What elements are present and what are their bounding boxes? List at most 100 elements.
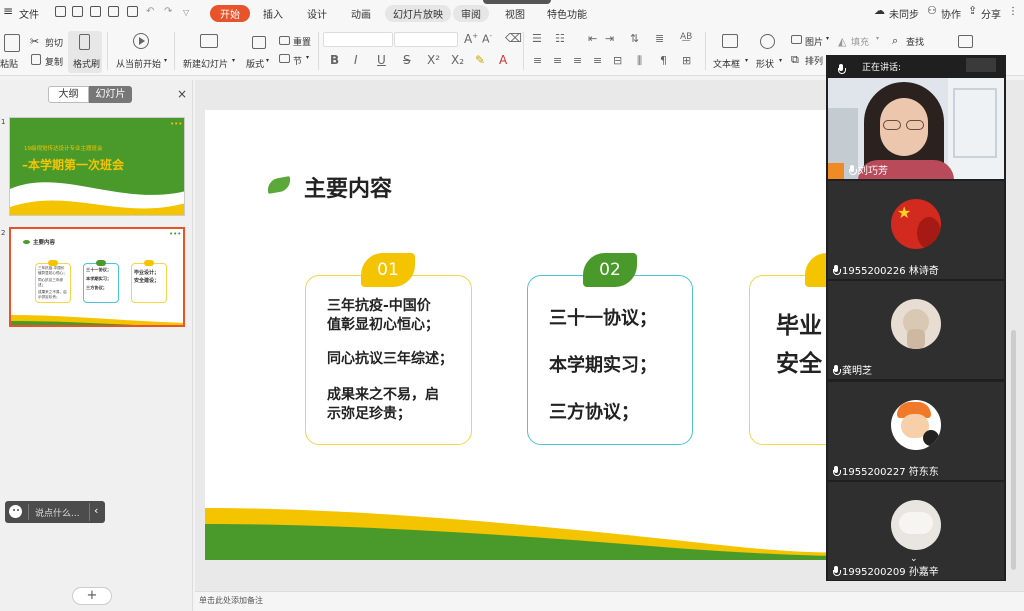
strikethrough-icon[interactable]: S bbox=[403, 53, 411, 67]
print-preview-icon[interactable] bbox=[127, 6, 138, 17]
open-folder-icon[interactable] bbox=[55, 6, 66, 17]
highlight-icon[interactable]: ✎ bbox=[475, 53, 485, 67]
scissors-icon: ✂ bbox=[30, 35, 40, 48]
superscript-icon[interactable]: X² bbox=[427, 53, 440, 67]
bullet-list-icon[interactable]: ☰ bbox=[532, 32, 542, 45]
emoji-icon[interactable] bbox=[9, 505, 22, 518]
fill-dropdown-icon[interactable]: ▾ bbox=[876, 35, 879, 42]
avatar-bear-body bbox=[907, 329, 925, 349]
text-direction-icon[interactable]: ⇅ bbox=[630, 32, 639, 45]
shape-button[interactable]: 形状 bbox=[756, 57, 774, 70]
textbox-button[interactable]: 文本框 bbox=[713, 57, 740, 70]
collab-icon: ⚇ bbox=[927, 4, 937, 17]
align-right-icon[interactable]: ≡ bbox=[573, 54, 582, 67]
participant-name-tag: 1955200226 林诗奇 bbox=[832, 262, 939, 277]
cut-button[interactable]: 剪切 bbox=[45, 36, 63, 49]
print-icon[interactable] bbox=[108, 6, 119, 17]
vertical-scrollbar[interactable] bbox=[1011, 330, 1016, 570]
distribute-icon[interactable]: ⊟ bbox=[613, 54, 622, 67]
increase-indent-icon[interactable]: ⇥ bbox=[605, 32, 614, 45]
notes-area[interactable]: 单击此处添加备注 bbox=[195, 591, 1024, 611]
align-left-icon[interactable]: ≡ bbox=[533, 54, 542, 67]
align-center-icon[interactable]: ≡ bbox=[553, 54, 562, 67]
arrange-button[interactable]: 排列 bbox=[805, 54, 823, 67]
chat-input[interactable]: 说点什么... ‹ bbox=[5, 501, 105, 523]
numbered-list-icon[interactable]: ☷ bbox=[555, 32, 565, 45]
columns-icon[interactable]: ⫼ bbox=[637, 54, 642, 68]
section-button[interactable]: 节 bbox=[293, 54, 302, 67]
share-button[interactable]: 分享 bbox=[981, 6, 1001, 21]
close-panel-icon[interactable]: × bbox=[177, 87, 187, 101]
participant-tile[interactable]: ⌄ 1995200209 孙嘉辛 bbox=[828, 482, 1004, 580]
justify-icon[interactable]: ≡ bbox=[593, 54, 602, 67]
font-family-select[interactable] bbox=[323, 32, 393, 47]
align-text-icon[interactable]: A͟B bbox=[680, 32, 692, 42]
tab-slideshow[interactable]: 幻灯片放映 bbox=[385, 5, 451, 22]
layout-dropdown-icon[interactable]: ▾ bbox=[266, 57, 269, 64]
participant-name: 1955200227 符东东 bbox=[842, 467, 939, 478]
card-line: 成果来之不易，启 bbox=[327, 387, 439, 403]
participant-video-tile[interactable]: 刘巧芳 bbox=[828, 78, 1004, 179]
clear-format-icon[interactable]: ⌫ bbox=[505, 31, 522, 45]
underline-icon[interactable]: U bbox=[377, 53, 386, 67]
tab-view[interactable]: 视图 bbox=[505, 6, 525, 21]
paste-button[interactable]: 粘贴 bbox=[0, 57, 18, 70]
tab-animation[interactable]: 动画 bbox=[351, 6, 371, 21]
more-menu-icon[interactable]: ⋮ bbox=[1008, 6, 1018, 17]
smartart-icon[interactable]: ⊞ bbox=[682, 54, 691, 67]
tab-home[interactable]: 开始 bbox=[210, 5, 250, 22]
new-slide-dropdown-icon[interactable]: ▾ bbox=[232, 57, 235, 64]
participant-tile[interactable]: ★ 1955200226 林诗奇 bbox=[828, 181, 1004, 279]
save-icon[interactable] bbox=[72, 6, 83, 17]
select-pane-icon[interactable] bbox=[958, 35, 973, 48]
font-color-icon[interactable]: A bbox=[499, 53, 507, 67]
shape-dropdown-icon[interactable]: ▾ bbox=[779, 57, 782, 64]
current-slide[interactable]: 主要内容 三年抗疫-中国价 值彰显初心恒心； 同心抗议三年综述； 成果来之不易，… bbox=[205, 110, 845, 560]
tab-design[interactable]: 设计 bbox=[307, 6, 327, 21]
font-size-select[interactable] bbox=[394, 32, 458, 47]
menu-file[interactable]: 文件 bbox=[19, 6, 39, 21]
tab-outline[interactable]: 大纲 bbox=[48, 86, 89, 103]
export-pdf-icon[interactable] bbox=[90, 6, 101, 17]
find-icon: ⌕ bbox=[892, 34, 899, 47]
new-slide-button[interactable]: 新建幻灯片 bbox=[183, 57, 228, 70]
sync-status[interactable]: 未同步 bbox=[889, 6, 919, 21]
decrease-font-icon[interactable]: A- bbox=[482, 32, 492, 46]
picture-dropdown-icon[interactable]: ▾ bbox=[826, 35, 829, 42]
section-dropdown-icon[interactable]: ▾ bbox=[306, 54, 309, 61]
textbox-dropdown-icon[interactable]: ▾ bbox=[745, 57, 748, 64]
participant-tile[interactable]: 龚明芝 bbox=[828, 281, 1004, 379]
tab-review[interactable]: 审阅 bbox=[453, 5, 489, 22]
layout-button[interactable]: 版式 bbox=[246, 57, 264, 70]
add-slide-button[interactable]: + bbox=[72, 587, 112, 605]
collapse-chevron-icon[interactable]: ‹ bbox=[94, 504, 98, 517]
decrease-indent-icon[interactable]: ⇤ bbox=[588, 32, 597, 45]
increase-font-icon[interactable]: A+ bbox=[464, 32, 478, 46]
tab-insert[interactable]: 插入 bbox=[263, 6, 283, 21]
play-dropdown-icon[interactable]: ▾ bbox=[164, 57, 167, 64]
quick-access-dropdown-icon[interactable]: ▽ bbox=[183, 8, 189, 17]
card-line: 同心抗议三年综述； bbox=[327, 351, 453, 367]
paragraph-icon[interactable]: ¶ bbox=[660, 54, 667, 67]
reset-button[interactable]: 重置 bbox=[293, 35, 311, 48]
hamburger-icon[interactable]: ≡ bbox=[3, 4, 13, 18]
participant-tile[interactable]: 1955200227 符东东 bbox=[828, 382, 1004, 480]
fill-button[interactable]: 填充 bbox=[851, 35, 869, 48]
subscript-icon[interactable]: X₂ bbox=[451, 53, 464, 67]
undo-icon[interactable]: ↶ bbox=[146, 6, 154, 17]
italic-icon[interactable]: I bbox=[354, 53, 358, 67]
slide-thumbnail-2[interactable]: ••• 主要内容 三年抗疫-中国价值彰显初心恒心； 同心抗议三年综述； 成果来之… bbox=[9, 227, 185, 327]
play-from-current-button[interactable]: 从当前开始 bbox=[116, 57, 161, 70]
line-spacing-icon[interactable]: ≣ bbox=[655, 32, 664, 45]
slide-thumbnail-1[interactable]: ••• 19级视觉传达设计专业主题班会 –本学期第一次班会 bbox=[9, 117, 185, 216]
tab-special[interactable]: 特色功能 bbox=[547, 6, 587, 21]
copy-button[interactable]: 复制 bbox=[45, 55, 63, 68]
redo-icon[interactable]: ↷ bbox=[164, 6, 172, 17]
picture-button[interactable]: 图片 bbox=[805, 35, 823, 48]
screen-share-handle[interactable] bbox=[483, 0, 551, 4]
bold-icon[interactable]: B bbox=[330, 53, 339, 67]
format-painter-button[interactable]: 格式刷 bbox=[73, 57, 100, 70]
find-button[interactable]: 查找 bbox=[906, 35, 924, 48]
collab-button[interactable]: 协作 bbox=[941, 6, 961, 21]
tab-slides[interactable]: 幻灯片 bbox=[89, 86, 132, 103]
